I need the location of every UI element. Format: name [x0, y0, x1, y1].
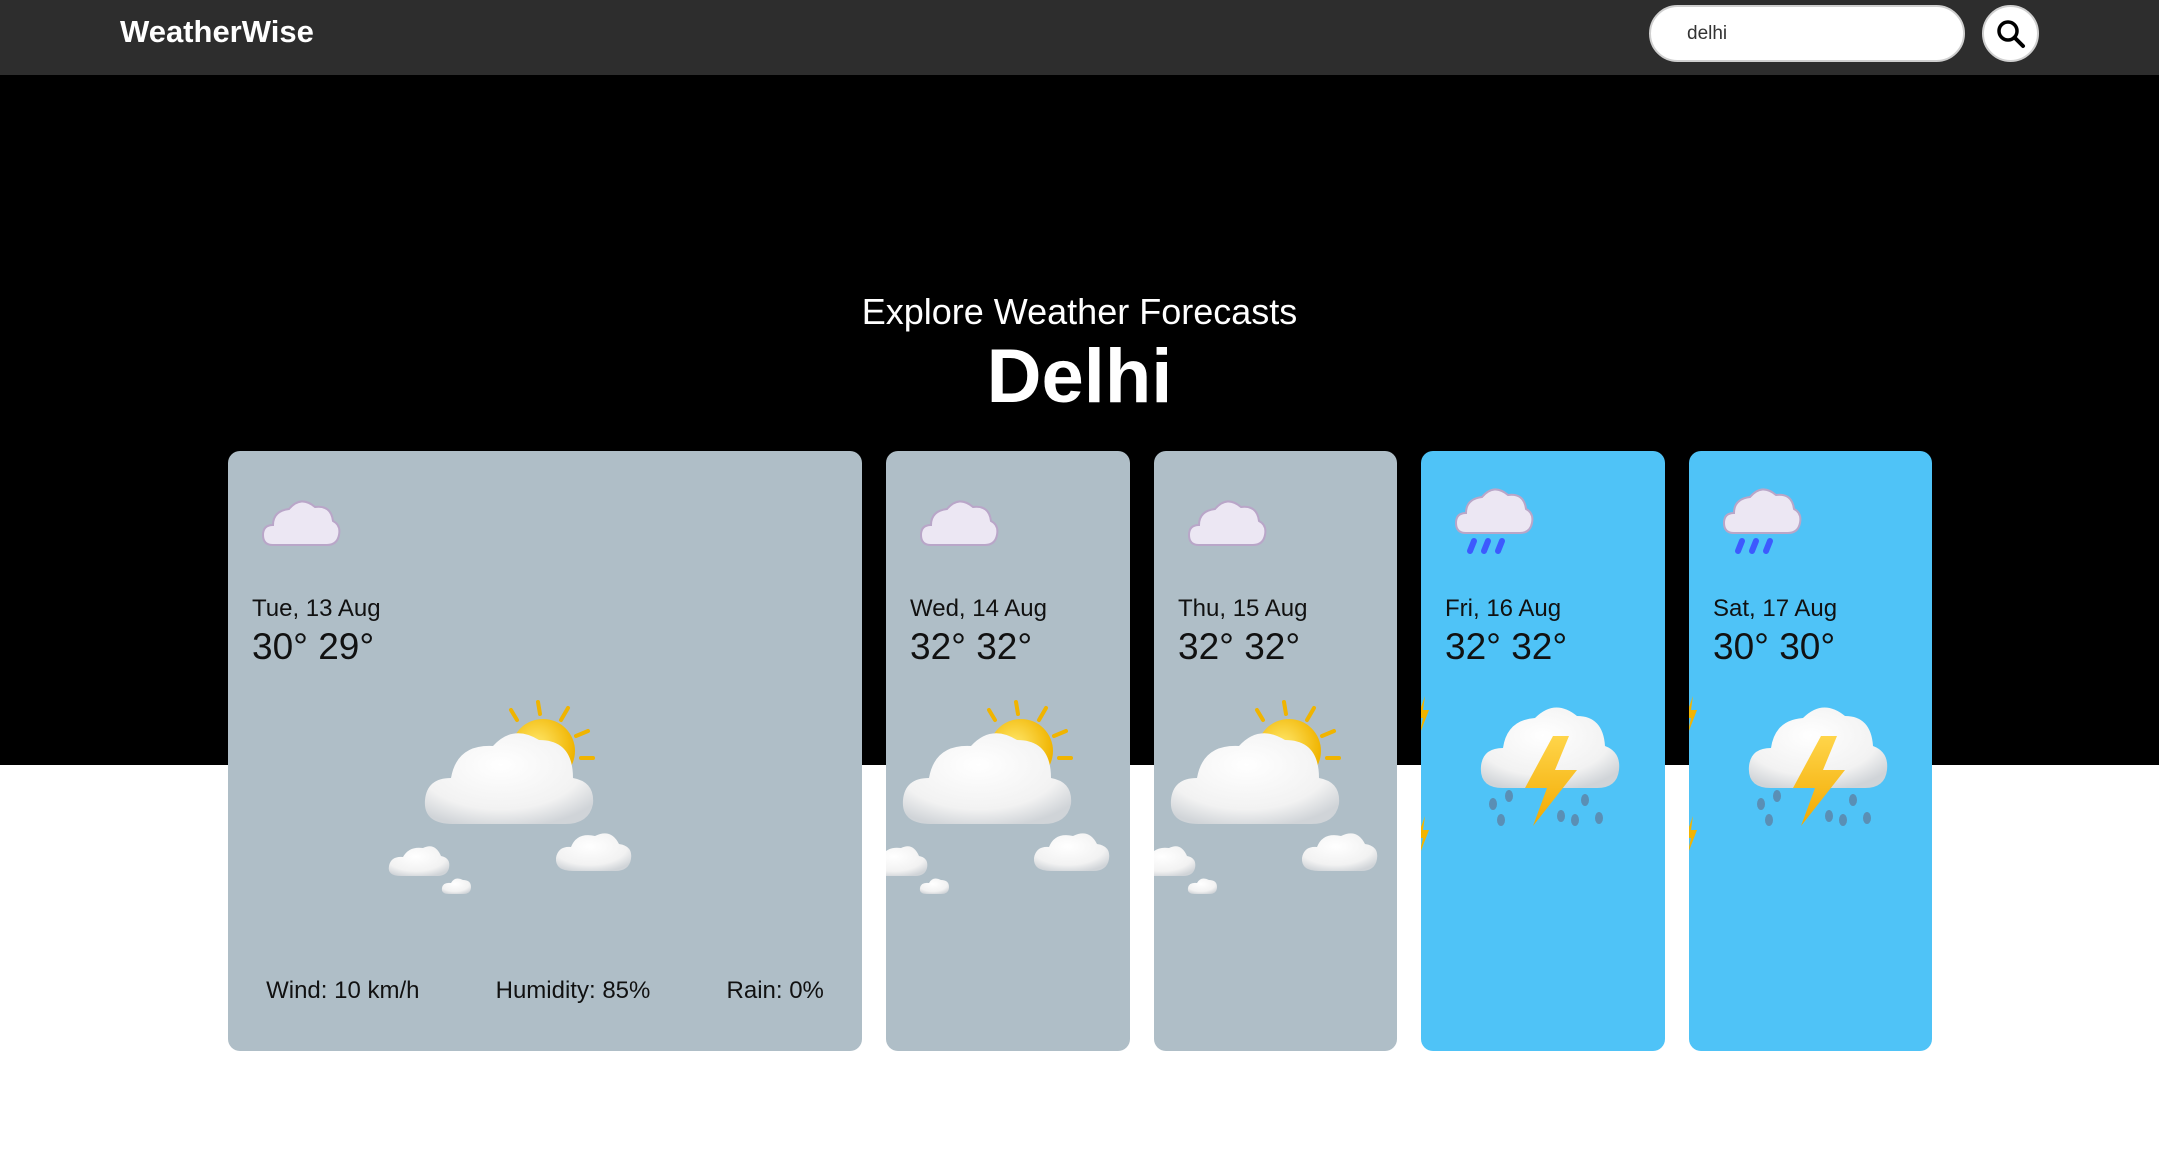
cloud-icon: [1187, 500, 1267, 546]
forecast-date: Thu, 15 Aug: [1178, 595, 1308, 622]
forecast-temps: 32° 32°: [910, 626, 1033, 667]
search-input[interactable]: [1649, 5, 1965, 62]
forecast-date: Sat, 17 Aug: [1713, 595, 1838, 622]
weather-stats: Wind: 10 km/h Humidity: 85% Rain: 0%: [228, 977, 862, 1005]
search-icon: [1996, 19, 2025, 48]
partly-cloudy-illustration: [388, 700, 632, 894]
forecast-date: Fri, 16 Aug: [1445, 595, 1562, 622]
search-button[interactable]: [1982, 5, 2039, 62]
forecast-temps: 32° 32°: [1178, 626, 1301, 667]
rain-cloud-icon: [1454, 488, 1534, 554]
wind-stat: Wind: 10 km/h: [266, 977, 420, 1004]
humidity-stat: Humidity: 85%: [495, 977, 651, 1004]
forecast-date: Wed, 14 Aug: [910, 595, 1047, 622]
brand-logo[interactable]: WeatherWise: [120, 14, 314, 50]
lightning-bolt-icon: [1689, 696, 1697, 851]
cloud-icon: [919, 500, 999, 546]
navbar: WeatherWise: [0, 0, 2159, 75]
forecast-card[interactable]: Sat, 17 Aug 30° 30°: [1689, 451, 1932, 1051]
forecast-date: Tue, 13 Aug: [252, 595, 381, 622]
forecast-temps: 30° 29°: [252, 626, 375, 667]
forecast-card[interactable]: Fri, 16 Aug 32° 32°: [1421, 451, 1665, 1051]
rain-cloud-icon: [1722, 488, 1802, 554]
forecast-card-today[interactable]: Tue, 13 Aug 30° 29° Wind: 10 km/h Humidi…: [228, 451, 862, 1051]
partly-cloudy-illustration: [886, 700, 1110, 894]
lightning-bolt-icon: [1421, 696, 1429, 851]
thunderstorm-illustration: [1748, 707, 1888, 826]
forecast-temps: 32° 32°: [1445, 626, 1568, 667]
cloud-icon: [261, 500, 341, 546]
thunderstorm-illustration: [1480, 707, 1620, 826]
city-title: Delhi: [986, 334, 1173, 419]
partly-cloudy-illustration: [1154, 700, 1378, 894]
forecast-card[interactable]: Wed, 14 Aug 32° 32°: [886, 451, 1130, 1051]
rain-stat: Rain: 0%: [726, 977, 824, 1004]
forecast-card[interactable]: Thu, 15 Aug 32° 32°: [1154, 451, 1397, 1051]
hero-subtitle: Explore Weather Forecasts: [861, 291, 1298, 332]
forecast-temps: 30° 30°: [1713, 626, 1836, 667]
